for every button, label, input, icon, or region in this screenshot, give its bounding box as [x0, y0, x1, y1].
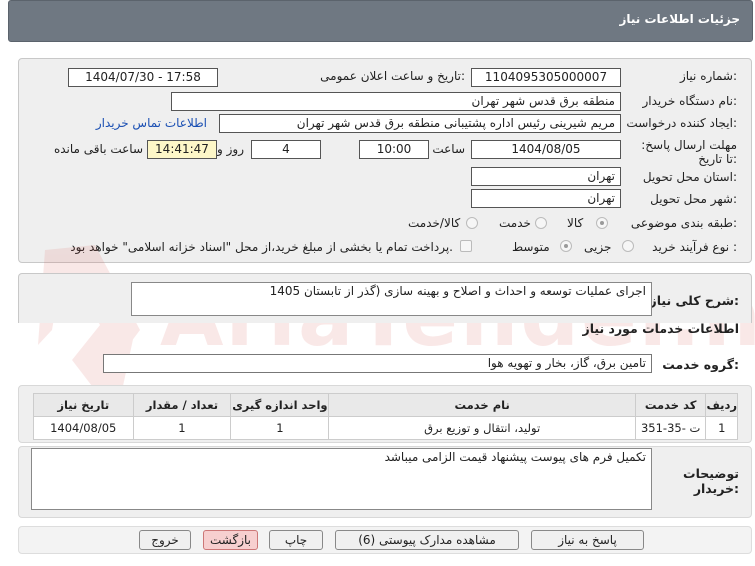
services-table: ردیف کد خدمت نام خدمت واحد اندازه گیری ت… [33, 393, 738, 440]
treasury-payment-checkbox[interactable] [460, 240, 472, 252]
print-button[interactable]: چاپ [269, 530, 323, 550]
buyer-org-label: نام دستگاه خریدار: [642, 94, 738, 108]
description-label: شرح کلی نیاز: [649, 293, 740, 308]
cell-service-name: تولید، انتقال و توزیع برق [328, 416, 636, 440]
col-header-service-name: نام خدمت [328, 393, 636, 417]
cell-row-num: 1 [705, 416, 738, 440]
remaining-time-label: ساعت باقی مانده [53, 142, 143, 156]
province-label: استان محل تحویل: [642, 170, 737, 184]
buyer-notes-label-2: خریدار: [693, 481, 739, 496]
category-option-goods-service: کالا/خدمت [408, 216, 461, 230]
payment-note: پرداخت تمام یا بخشی از مبلغ خرید،از محل … [70, 240, 453, 254]
services-section-title: اطلاعات خدمات مورد نیاز [582, 321, 740, 336]
process-label: نوع فرآیند خرید : [652, 240, 737, 254]
category-option-goods: کالا [567, 216, 584, 230]
city-field[interactable]: تهران [471, 189, 621, 208]
table-header-row: ردیف کد خدمت نام خدمت واحد اندازه گیری ت… [33, 393, 738, 417]
process-radio-medium[interactable] [560, 240, 572, 252]
category-option-service: خدمت [499, 216, 531, 230]
deadline-hour-label: ساعت [432, 142, 465, 156]
province-field[interactable]: تهران [471, 167, 621, 186]
process-option-medium: متوسط [512, 240, 550, 254]
days-label: روز و [217, 142, 244, 156]
announce-datetime-field[interactable]: 1404/07/30 - 17:58 [68, 68, 218, 87]
exit-button[interactable]: خروج [139, 530, 191, 550]
creator-label: ایجاد کننده درخواست: [626, 116, 737, 130]
service-group-label: گروه خدمت: [662, 357, 739, 372]
cell-unit: 1 [230, 416, 330, 440]
days-remaining-field[interactable]: 4 [251, 140, 321, 159]
remaining-time-field[interactable]: 14:41:47 [147, 140, 217, 159]
col-header-service-code: کد خدمت [634, 393, 707, 417]
page-header: جزئیات اطلاعات نیاز [8, 0, 753, 42]
category-radio-goods[interactable] [596, 217, 608, 229]
need-number-field[interactable]: 1104095305000007 [471, 68, 621, 87]
table-row[interactable]: 1 ت -35-351 تولید، انتقال و توزیع برق 1 … [33, 416, 738, 440]
process-option-minor: جزیی [584, 240, 612, 254]
category-radio-service[interactable] [535, 217, 547, 229]
col-header-need-date: تاریخ نیاز [33, 393, 134, 417]
cell-quantity: 1 [132, 416, 232, 440]
col-header-quantity: تعداد / مقدار [132, 393, 232, 417]
col-header-row-num: ردیف [705, 393, 738, 417]
creator-field[interactable]: مریم شیرینی رئیس اداره پشتیبانی منطقه بر… [219, 114, 621, 133]
category-label: طبقه بندی موضوعی: [630, 216, 737, 230]
need-number-label: شماره نیاز: [679, 69, 737, 83]
announce-label: تاریخ و ساعت اعلان عمومی: [320, 69, 465, 83]
description-textarea[interactable]: اجرای عملیات توسعه و احداث و اصلاح و بهی… [131, 282, 652, 316]
view-attachments-button[interactable]: مشاهده مدارک پیوستی (6) [335, 530, 519, 550]
buyer-notes-textarea[interactable]: تکمیل فرم های پیوست پیشنهاد قیمت الزامی … [31, 448, 652, 510]
cell-need-date: 1404/08/05 [33, 416, 134, 440]
page-title: جزئیات اطلاعات نیاز [619, 12, 740, 26]
service-group-field[interactable]: تامین برق، گاز، بخار و تهویه هوا [103, 354, 652, 373]
buyer-org-field[interactable]: منطقه برق قدس شهر تهران [171, 92, 621, 111]
city-label: شهر محل تحویل: [650, 192, 737, 206]
cell-service-code: ت -35-351 [634, 416, 707, 440]
reply-button[interactable]: پاسخ به نیاز [531, 530, 644, 550]
category-radio-goods-service[interactable] [466, 217, 478, 229]
deadline-label: مهلت ارسال پاسخ: تا تاریخ: [641, 138, 737, 166]
deadline-date-field[interactable]: 1404/08/05 [471, 140, 621, 159]
buyer-contact-link[interactable]: اطلاعات تماس خریدار [96, 116, 207, 130]
back-button[interactable]: بازگشت [203, 530, 258, 550]
process-radio-minor[interactable] [622, 240, 634, 252]
buyer-notes-label-1: توضیحات [683, 466, 739, 481]
deadline-time-field[interactable]: 10:00 [359, 140, 429, 159]
col-header-unit: واحد اندازه گیری [230, 393, 330, 417]
